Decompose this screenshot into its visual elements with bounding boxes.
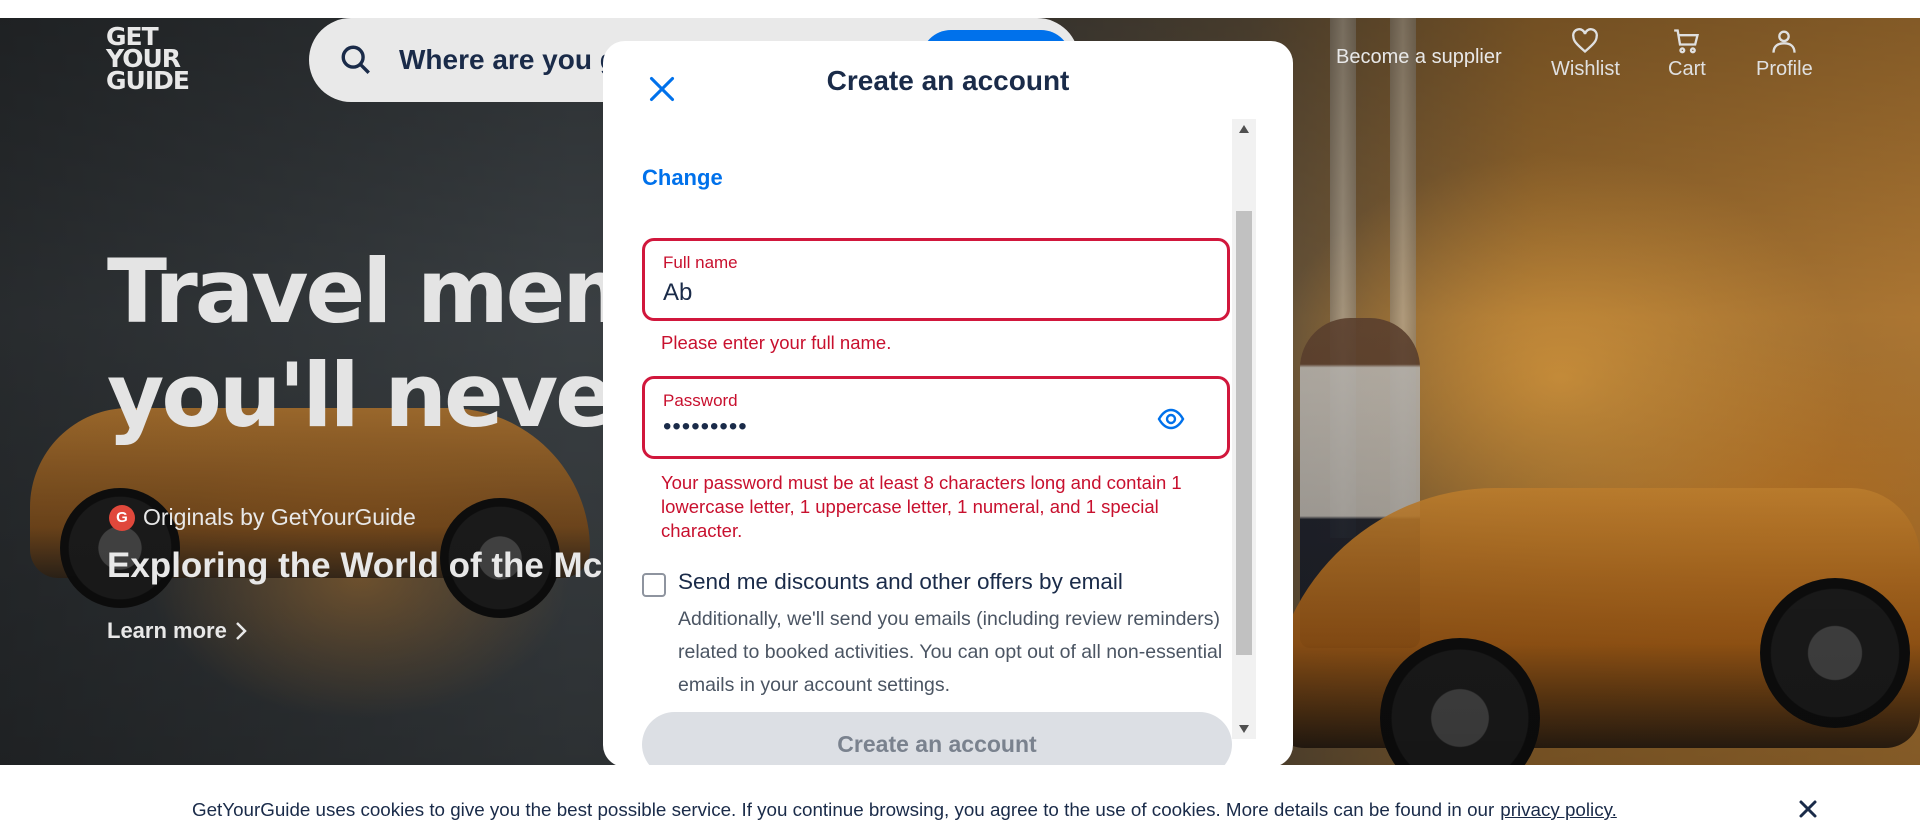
modal-title: Create an account: [826, 65, 1070, 96]
nav-label: Wishlist: [1551, 58, 1620, 80]
background-wheel: [1760, 578, 1910, 728]
background-pillar: [1390, 18, 1416, 538]
password-label: Password: [663, 391, 738, 410]
cart-icon: [1674, 29, 1699, 54]
email-opt-in-description: Additionally, we'll send you emails (inc…: [678, 608, 1223, 696]
originals-badge-icon: G: [109, 504, 135, 531]
background-car-right: [1270, 488, 1920, 748]
hero-title: Travel memo you'll never f: [107, 240, 718, 448]
background-pillar: [1330, 18, 1356, 538]
email-opt-in-label[interactable]: Send me discounts and other offers by em…: [678, 569, 1123, 595]
triangle-down-icon: [1239, 725, 1249, 733]
learn-more-label: Learn more: [107, 618, 227, 643]
modal-body: Change Full name Ab Please enter your fu…: [639, 115, 1232, 767]
background-person: [1300, 318, 1420, 648]
close-cookie-icon[interactable]: [1796, 797, 1820, 821]
cookie-banner: GetYourGuide uses cookies to give you th…: [0, 765, 1920, 839]
search-placeholder: Where are you g: [399, 44, 617, 75]
full-name-label: Full name: [663, 253, 738, 272]
originals-text: Originals by GetYourGuide: [143, 504, 416, 530]
show-password-icon[interactable]: [1157, 407, 1185, 431]
originals-label: G Originals by GetYourGuide: [109, 504, 416, 531]
learn-more-link[interactable]: Learn more: [107, 618, 247, 644]
scroll-thumb[interactable]: [1236, 211, 1252, 655]
triangle-up-icon: [1239, 125, 1249, 133]
hero-title-line: you'll never f: [107, 344, 718, 447]
password-value: •••••••••: [663, 413, 748, 440]
modal-scrollbar[interactable]: [1232, 119, 1256, 739]
hero-subtitle: Exploring the World of the McL: [107, 546, 624, 585]
create-account-button[interactable]: Create an account: [642, 712, 1232, 767]
privacy-policy-link[interactable]: privacy policy.: [1500, 799, 1617, 820]
create-account-modal: Create an account Change Full name Ab Pl…: [603, 41, 1293, 767]
nav-label: Profile: [1756, 58, 1813, 80]
background-wheel: [1380, 638, 1540, 765]
change-link[interactable]: Change: [642, 165, 723, 191]
nav-label: Cart: [1668, 58, 1706, 80]
password-field[interactable]: Password •••••••••: [642, 376, 1230, 459]
nav-cart[interactable]: Cart: [1668, 28, 1706, 81]
password-error: Your password must be at least 8 charact…: [661, 472, 1182, 541]
nav-wishlist[interactable]: Wishlist: [1551, 28, 1620, 81]
nav-profile[interactable]: Profile: [1756, 28, 1813, 81]
cookie-message: GetYourGuide uses cookies to give you th…: [192, 799, 1495, 820]
full-name-field[interactable]: Full name Ab: [642, 238, 1230, 321]
scroll-down-arrow[interactable]: [1232, 719, 1256, 739]
email-opt-in-checkbox[interactable]: [642, 573, 666, 597]
logo-line: GUIDE: [106, 66, 190, 95]
become-supplier-link[interactable]: Become a supplier: [1336, 46, 1502, 69]
cookie-text: GetYourGuide uses cookies to give you th…: [192, 799, 1617, 821]
full-name-value: Ab: [663, 279, 693, 306]
scroll-up-arrow[interactable]: [1232, 119, 1256, 139]
hero-title-line: Travel memo: [107, 240, 712, 343]
heart-icon: [1572, 28, 1599, 54]
getyourguide-logo[interactable]: GET YOUR GUIDE: [106, 24, 196, 95]
search-icon: [341, 45, 370, 74]
profile-icon: [1772, 30, 1797, 53]
chevron-right-icon: [235, 622, 247, 640]
full-name-error: Please enter your full name.: [661, 332, 892, 353]
